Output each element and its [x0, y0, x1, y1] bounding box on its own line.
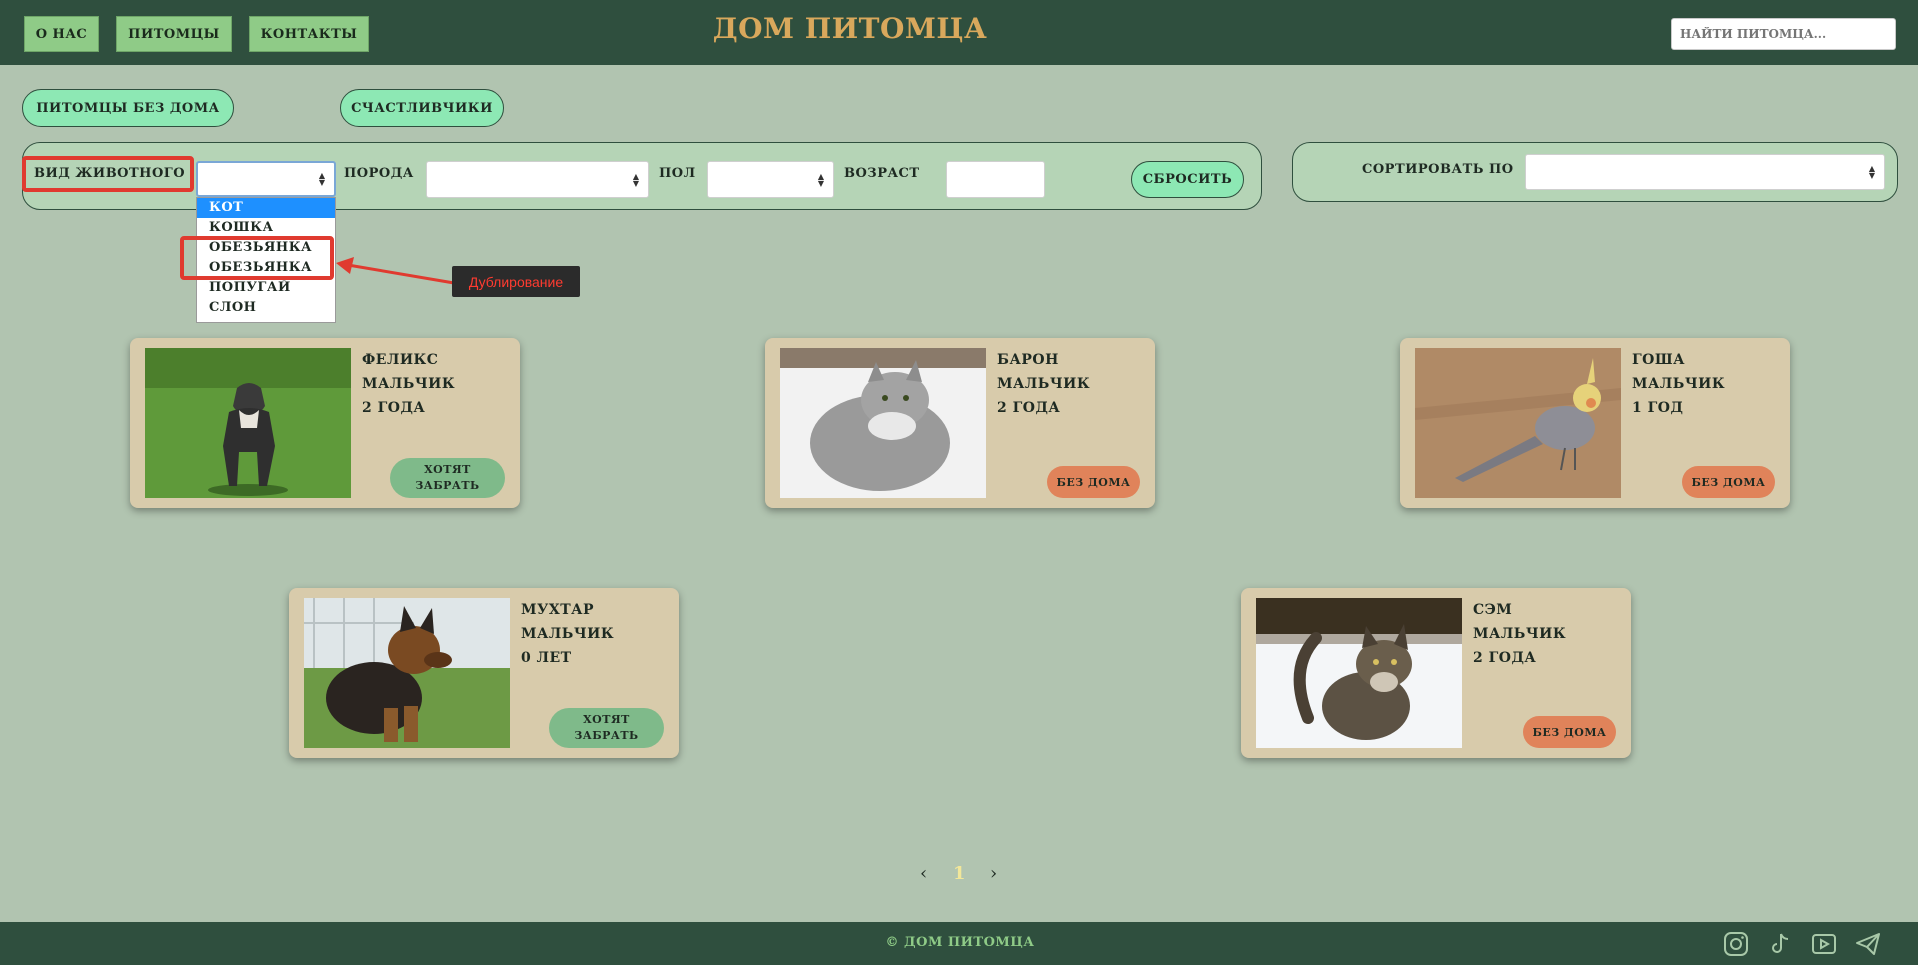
- pet-card[interactable]: Сэм мальчик 2 года без дома: [1241, 588, 1631, 758]
- sex-select[interactable]: ▲ ▼: [707, 161, 834, 198]
- breed-label: порода: [344, 166, 414, 181]
- pet-age: 2 года: [362, 400, 426, 416]
- pet-age: 1 год: [1632, 400, 1684, 416]
- annotation-highlight-box: [22, 156, 194, 192]
- pet-photo: [145, 348, 351, 498]
- pet-photo: [304, 598, 510, 748]
- search-input[interactable]: [1671, 18, 1896, 50]
- annotation-arrow-icon: [336, 257, 455, 285]
- pet-sex: мальчик: [362, 376, 456, 392]
- species-select[interactable]: ▲ ▼: [196, 161, 336, 197]
- pet-status-button[interactable]: без дома: [1682, 466, 1775, 498]
- pet-card[interactable]: Барон мальчик 2 года без дома: [765, 338, 1155, 508]
- species-option[interactable]: кот: [197, 198, 335, 218]
- species-option[interactable]: кошка: [197, 218, 335, 238]
- select-arrows-icon: ▲ ▼: [632, 171, 639, 188]
- reset-button[interactable]: сбросить: [1131, 161, 1244, 198]
- age-input[interactable]: [946, 161, 1045, 198]
- tiktok-icon[interactable]: [1766, 930, 1794, 958]
- species-option[interactable]: попугай: [197, 278, 335, 298]
- youtube-icon[interactable]: [1810, 930, 1838, 958]
- select-arrows-icon: ▲ ▼: [1868, 164, 1875, 180]
- pet-sex: мальчик: [521, 626, 615, 642]
- pet-status-button[interactable]: хотят забрать: [549, 708, 664, 748]
- pet-sex: мальчик: [1473, 626, 1567, 642]
- pet-photo: [780, 348, 986, 498]
- pet-age: 2 года: [997, 400, 1061, 416]
- nav-contacts-button[interactable]: контакты: [249, 16, 369, 52]
- select-arrows-icon: ▲ ▼: [318, 171, 325, 187]
- nav-pets-button[interactable]: питомцы: [116, 16, 232, 52]
- pagination-next-button[interactable]: ›: [990, 863, 997, 884]
- age-label: возраст: [844, 166, 920, 181]
- pet-status-button[interactable]: без дома: [1523, 716, 1616, 748]
- telegram-icon[interactable]: [1854, 930, 1882, 958]
- pet-name: Гоша: [1632, 352, 1686, 368]
- pet-status-button[interactable]: без дома: [1047, 466, 1140, 498]
- breed-select[interactable]: ▲ ▼: [426, 161, 649, 198]
- copyright-text: © дом питомца: [885, 935, 1035, 950]
- select-arrows-icon: ▲ ▼: [817, 171, 824, 188]
- pet-status-button[interactable]: хотят забрать: [390, 458, 505, 498]
- pagination-current-page[interactable]: 1: [953, 863, 966, 884]
- pet-name: Мухтар: [521, 602, 595, 618]
- annotation-highlight-box: [180, 236, 334, 280]
- pet-name: Барон: [997, 352, 1059, 368]
- annotation-label: Дублирование: [452, 266, 580, 297]
- pagination-prev-button[interactable]: ‹: [920, 863, 927, 884]
- site-header: о нас питомцы контакты дом питомца: [0, 0, 1918, 65]
- pet-card[interactable]: Мухтар мальчик 0 лет хотят забрать: [289, 588, 679, 758]
- sex-label: пол: [659, 166, 696, 181]
- pet-card[interactable]: Феликс мальчик 2 года хотят забрать: [130, 338, 520, 508]
- sort-select[interactable]: ▲ ▼: [1525, 154, 1885, 190]
- pet-name: Феликс: [362, 352, 439, 368]
- site-title: дом питомца: [712, 12, 988, 45]
- pet-age: 2 года: [1473, 650, 1537, 666]
- pet-card[interactable]: Гоша мальчик 1 год без дома: [1400, 338, 1790, 508]
- pet-age: 0 лет: [521, 650, 572, 666]
- nav-about-button[interactable]: о нас: [24, 16, 99, 52]
- tab-lucky-pets[interactable]: счастливчики: [340, 89, 504, 127]
- site-footer: © дом питомца: [0, 922, 1918, 965]
- species-option[interactable]: слон: [197, 298, 335, 318]
- pet-photo: [1415, 348, 1621, 498]
- tab-homeless-pets[interactable]: питомцы без дома: [22, 89, 234, 127]
- pet-sex: мальчик: [997, 376, 1091, 392]
- pet-sex: мальчик: [1632, 376, 1726, 392]
- instagram-icon[interactable]: [1722, 930, 1750, 958]
- pet-name: Сэм: [1473, 602, 1513, 618]
- sort-label: сортировать по: [1362, 162, 1514, 177]
- pet-photo: [1256, 598, 1462, 748]
